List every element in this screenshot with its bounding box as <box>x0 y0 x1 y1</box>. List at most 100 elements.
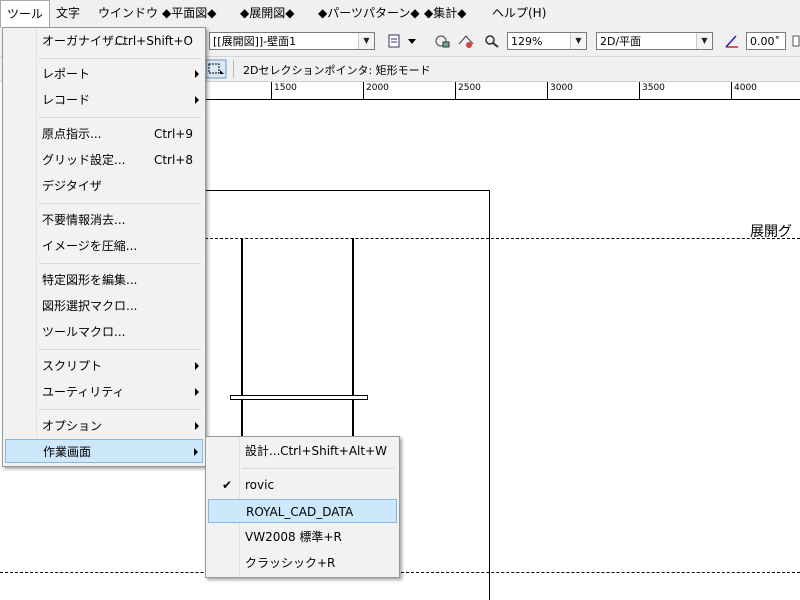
mode-bar-divider <box>233 60 234 78</box>
submenu-arrow-icon <box>195 422 199 430</box>
ruler-tick <box>547 82 548 99</box>
menu-item-label: 特定図形を編集... <box>42 273 138 287</box>
menu-item-label: 不要情報消去... <box>42 213 126 227</box>
submenu-arrow-icon <box>195 96 199 104</box>
layer-combo[interactable]: [[展開図]]-壁面1 ▼ <box>209 32 375 50</box>
menu-item-tool-macro[interactable]: ツールマクロ... <box>5 320 203 344</box>
menu-separator <box>39 117 201 118</box>
menu-item-workspace-classic[interactable]: クラッシック+R <box>208 551 397 575</box>
menu-item-grid-settings[interactable]: グリッド設定... Ctrl+8 <box>5 148 203 172</box>
angle-icon[interactable] <box>722 32 742 50</box>
menu-item-label: ROYAL_CAD_DATA <box>246 505 354 519</box>
menu-separator <box>39 409 201 410</box>
menu-item-label: 作業画面 <box>43 445 92 459</box>
rectangle-select-mode-icon[interactable] <box>205 59 227 79</box>
menu-item-workspace-vw2008[interactable]: VW2008 標準+R <box>208 525 397 549</box>
menu-item-label: クラッシック+R <box>245 556 336 570</box>
tools-menu: オーガナイザ... Ctrl+Shift+O レポート レコード 原点指示...… <box>2 27 206 467</box>
menu-item-label: デジタイザ <box>42 179 102 193</box>
menu-item-report[interactable]: レポート <box>5 62 203 86</box>
menu-item-workspace-rovic[interactable]: ✔ rovic <box>208 473 397 497</box>
mode-status-text: 2Dセレクションポインタ: 矩形モード <box>243 64 431 77</box>
ruler-tick <box>731 82 732 99</box>
menu-item-options[interactable]: オプション <box>5 414 203 438</box>
ruler-tick <box>639 82 640 99</box>
view-combo[interactable]: 2D/平面 ▼ <box>596 32 713 50</box>
menu-text[interactable]: 文字 <box>50 0 86 27</box>
menu-item-label: ツールマクロ... <box>42 325 126 339</box>
menu-item-label: VW2008 標準+R <box>245 530 342 544</box>
menu-item-compress-images[interactable]: イメージを圧縮... <box>5 234 203 258</box>
layer-combo-value: [[展開図]]-壁面1 <box>213 35 297 48</box>
shelf-outline <box>230 395 368 400</box>
menu-bar: ツール 文字 ウインドウ ◆平面図◆ ◆展開図◆ ◆パーツパターン◆ ◆集計◆ … <box>0 0 800 29</box>
menu-item-purge[interactable]: 不要情報消去... <box>5 208 203 232</box>
menu-item-shortcut: Ctrl+8 <box>153 153 193 167</box>
zoom-combo[interactable]: 129% ▼ <box>507 32 587 50</box>
menu-item-label: ユーティリティ <box>42 385 125 399</box>
submenu-arrow-icon <box>194 448 198 456</box>
menu-item-shortcut: Ctrl+9 <box>153 127 193 141</box>
wall-line-left <box>241 238 243 438</box>
guide-line-upper <box>205 238 800 239</box>
menu-item-label: 原点指示... <box>42 127 102 141</box>
menu-tools[interactable]: ツール <box>0 0 51 29</box>
menu-item-label: 設計... <box>245 444 281 458</box>
ruler-tick <box>455 82 456 99</box>
chevron-down-icon: ▼ <box>570 33 586 49</box>
zoom-icon[interactable] <box>482 32 502 50</box>
ruler-label: 3500 <box>642 83 665 93</box>
menu-item-shortcut: Ctrl+Shift+Alt+W <box>280 444 387 458</box>
ruler-label: 2500 <box>458 83 481 93</box>
menu-item-digitizer[interactable]: デジタイザ <box>5 174 203 198</box>
menu-item-label: グリッド設定... <box>42 153 126 167</box>
class-visibility-icon[interactable] <box>432 32 452 50</box>
menu-item-organizer[interactable]: オーガナイザ... Ctrl+Shift+O <box>5 29 203 53</box>
menu-item-label: 図形選択マクロ... <box>42 299 138 313</box>
menu-item-utilities[interactable]: ユーティリティ <box>5 380 203 404</box>
menu-window[interactable]: ウインドウ <box>92 0 164 27</box>
ruler-tick <box>271 82 272 99</box>
menu-item-label: レポート <box>42 67 91 81</box>
menu-item-record[interactable]: レコード <box>5 88 203 112</box>
menu-separator <box>39 58 201 59</box>
guide-line-lower <box>0 572 800 573</box>
layer-options-icon[interactable] <box>385 32 405 50</box>
layer-options-dropdown[interactable] <box>405 32 419 50</box>
menu-item-set-origin[interactable]: 原点指示... Ctrl+9 <box>5 122 203 146</box>
menu-item-workspace-royal-cad-data[interactable]: ROYAL_CAD_DATA <box>208 499 397 523</box>
ruler-tick <box>363 82 364 99</box>
wall-line-right <box>352 238 354 438</box>
menu-item-shortcut: Ctrl+Shift+O <box>114 34 193 48</box>
menu-separator <box>39 203 201 204</box>
menu-item-workspaces[interactable]: 作業画面 <box>5 439 203 463</box>
menu-item-scripts[interactable]: スクリプト <box>5 354 203 378</box>
angle-field[interactable]: 0.00˚ <box>746 32 786 50</box>
menu-item-workspace-editor[interactable]: 設計... Ctrl+Shift+Alt+W <box>208 439 397 463</box>
menu-help[interactable]: ヘルプ(H) <box>486 0 552 27</box>
menu-item-custom-modification[interactable]: 特定図形を編集... <box>5 268 203 292</box>
ruler-label: 4000 <box>734 83 757 93</box>
elevation-label: 展開グ <box>750 224 792 240</box>
ruler-label: 2000 <box>366 83 389 93</box>
layer-visibility-icon[interactable] <box>456 32 476 50</box>
menu-item-label: スクリプト <box>42 359 103 373</box>
angle-field-value: 0.00˚ <box>750 35 780 48</box>
chevron-down-icon: ▼ <box>696 33 712 49</box>
menu-item-label: オプション <box>42 419 103 433</box>
menu-separator <box>39 263 201 264</box>
menu-item-selection-macro[interactable]: 図形選択マクロ... <box>5 294 203 318</box>
submenu-arrow-icon <box>195 70 199 78</box>
zoom-combo-value: 129% <box>511 35 543 48</box>
menu-floor-plan[interactable]: ◆平面図◆ <box>156 0 222 27</box>
menu-parts-pattern[interactable]: ◆パーツパターン◆ <box>312 0 426 27</box>
menu-elevation[interactable]: ◆展開図◆ <box>234 0 300 27</box>
submenu-arrow-icon <box>195 362 199 370</box>
checkmark-icon: ✔ <box>222 478 233 492</box>
ruler-label: 3000 <box>550 83 573 93</box>
overflow-icon[interactable] <box>792 32 800 50</box>
menu-tally[interactable]: ◆集計◆ <box>418 0 472 27</box>
menu-item-label: オーガナイザ... <box>42 34 126 48</box>
menu-separator <box>39 349 201 350</box>
menu-item-label: rovic <box>245 478 275 492</box>
